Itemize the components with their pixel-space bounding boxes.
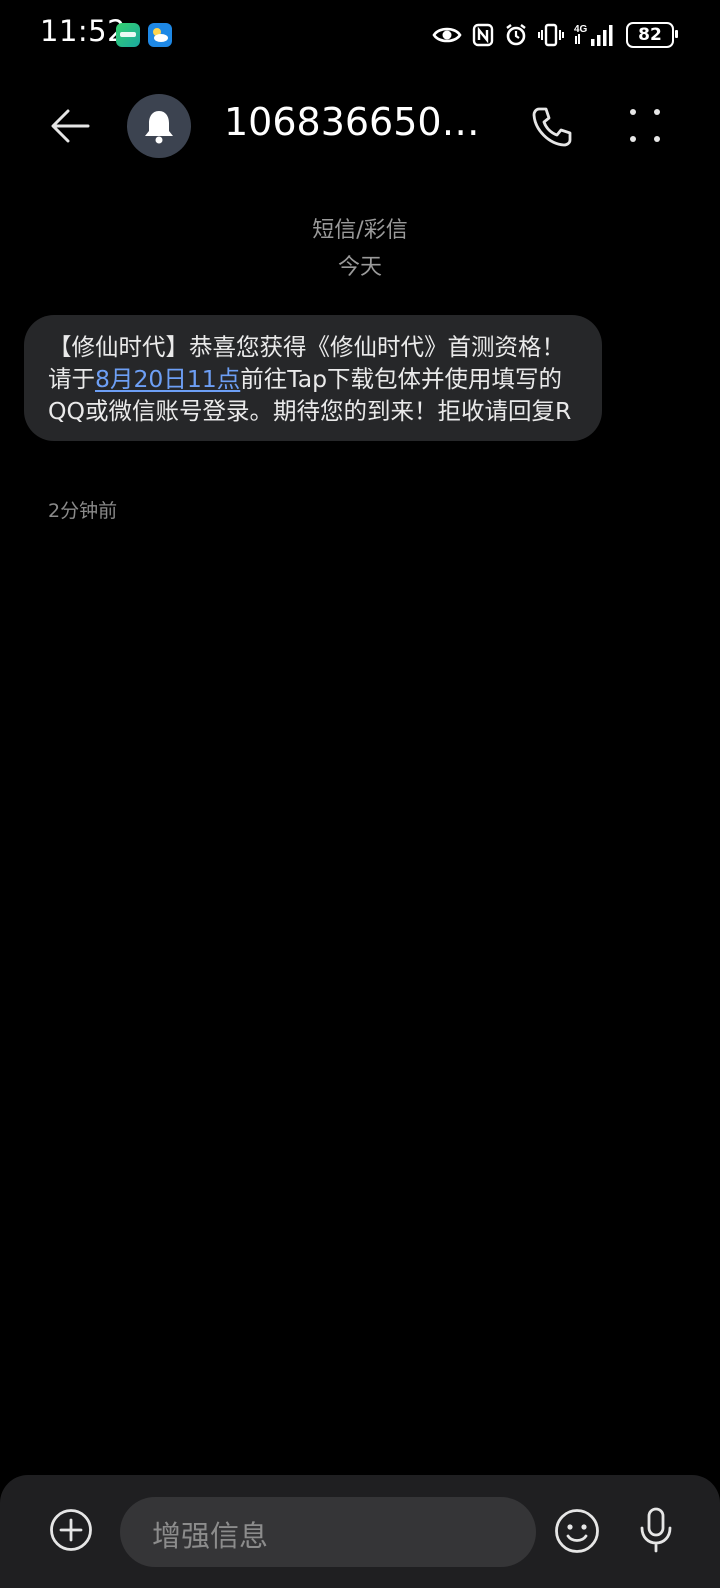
vibrate-icon bbox=[538, 23, 564, 47]
iqiyi-app-icon bbox=[116, 23, 140, 47]
add-circle-icon[interactable] bbox=[49, 1508, 93, 1552]
date-link[interactable]: 8月20日11点 bbox=[95, 365, 240, 393]
back-arrow-icon[interactable] bbox=[48, 104, 92, 148]
phone-icon[interactable] bbox=[530, 105, 574, 149]
conversation-header: 1068366500… bbox=[0, 88, 720, 164]
more-vertical-icon[interactable] bbox=[630, 106, 660, 146]
status-time: 11:52 bbox=[40, 14, 127, 48]
message-input[interactable]: 增强信息 bbox=[120, 1497, 536, 1567]
bell-avatar-icon[interactable] bbox=[127, 94, 191, 158]
message-input-placeholder: 增强信息 bbox=[152, 1519, 269, 1553]
status-bar: 11:52 4G 82 bbox=[0, 0, 720, 70]
emoji-icon[interactable] bbox=[554, 1508, 600, 1554]
date-separator: 今天 bbox=[337, 255, 382, 280]
alarm-icon bbox=[504, 23, 528, 47]
sender-number: 1068366500… bbox=[224, 100, 494, 144]
nfc-icon bbox=[472, 23, 494, 47]
microphone-icon[interactable] bbox=[638, 1506, 674, 1554]
battery-icon: 82 bbox=[626, 22, 678, 48]
eye-icon bbox=[432, 24, 462, 46]
battery-level: 82 bbox=[638, 25, 662, 45]
signal-icon: 4G bbox=[574, 22, 616, 48]
message-type-label: 短信/彩信 bbox=[312, 218, 408, 243]
message-timestamp: 2分钟前 bbox=[48, 500, 118, 522]
weather-app-icon bbox=[148, 23, 172, 47]
message-composer: 增强信息 bbox=[0, 1475, 720, 1588]
message-bubble[interactable]: 【修仙时代】恭喜您获得《修仙时代》首测资格！请于8月20日11点前往Tap下载包… bbox=[24, 315, 602, 441]
network-type: 4G bbox=[574, 24, 588, 35]
